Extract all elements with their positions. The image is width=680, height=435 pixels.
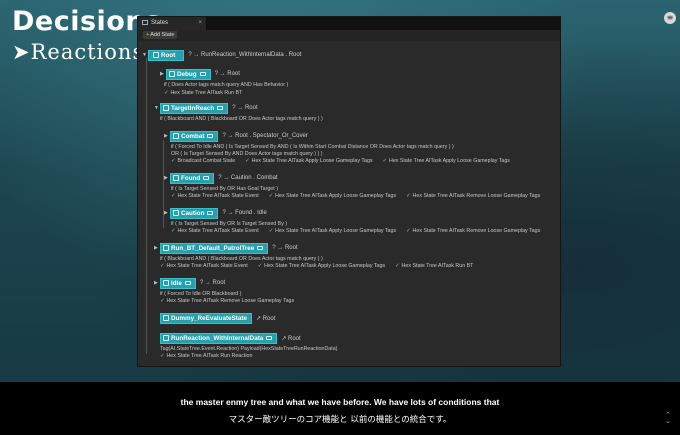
- state-row-root[interactable]: ▼ Root ? → RunReaction_WithInternalData …: [142, 49, 301, 61]
- task-line: ✓ Hex State Tree AITask Run Reaction: [160, 353, 253, 359]
- checkmark-icon: ✓: [160, 298, 165, 304]
- condition-line: if ( Does Actor tags match query AND Has…: [164, 82, 289, 88]
- checkmark-icon: ✓: [171, 158, 176, 164]
- transition-label: ? → Root: [199, 280, 226, 286]
- state-row-target-in-reach[interactable]: ▼ TargetInReach ? → Root: [154, 102, 258, 114]
- task-line: ✓ Hex State Tree AITask Remove Loose Game…: [160, 298, 295, 304]
- transition-label: ? → Root: [272, 245, 298, 251]
- state-tree-editor: States × +Add State ▼ Root ? → RunReacti…: [137, 16, 561, 367]
- checkmark-icon: ✓: [406, 193, 411, 199]
- transition-label: ↗ Root: [281, 335, 301, 342]
- state-node-dummy[interactable]: Dummy_ReEvaluateState: [160, 312, 252, 324]
- transition-label: ? → Found . Idle: [222, 210, 267, 216]
- state-row-idle[interactable]: ▶ Idle ? → Root: [154, 277, 225, 289]
- checkmark-icon: ✓: [160, 263, 165, 269]
- state-row-combat[interactable]: ▶ Combat ? → Root . Spectator_Or_Cover: [164, 130, 308, 142]
- task-line: ✓ Broadcast Combat State ✓ Hex State Tree A…: [171, 158, 510, 164]
- state-row-caution[interactable]: ▶ Caution ? → Found . Idle: [164, 207, 267, 219]
- editor-toolbar: +Add State: [138, 30, 560, 41]
- checkmark-icon: ✓: [268, 228, 274, 234]
- task-line: ✓ Hex State Tree AITask State Event ✓ Hex S…: [171, 193, 541, 199]
- tree-guide-line: [146, 58, 147, 354]
- state-node-icon: [163, 245, 169, 251]
- checkmark-icon: ✓: [268, 193, 274, 199]
- states-tab-icon: [142, 20, 148, 25]
- state-node-caution[interactable]: Caution: [170, 207, 219, 219]
- menu-icon[interactable]: ≡: [664, 12, 676, 24]
- transition-label: ? → Root: [214, 71, 240, 77]
- state-node-icon: [153, 52, 159, 58]
- slide-subtitle: ➤Reactions: [12, 40, 145, 64]
- checkmark-icon: ✓: [160, 353, 165, 359]
- comment-bubble-icon: [203, 176, 210, 180]
- caption-scroll-icon[interactable]: ⌃ ⌄: [665, 412, 671, 425]
- state-node-debug[interactable]: Debug: [166, 68, 211, 80]
- tab-label: States: [151, 20, 169, 26]
- checkmark-icon: ✓: [171, 228, 176, 234]
- checkmark-icon: ✓: [382, 158, 387, 164]
- state-node-run-bt[interactable]: Run_BT_Default_PatrolTree: [160, 242, 269, 254]
- comment-bubble-icon: [199, 72, 206, 76]
- comment-bubble-icon: [207, 134, 214, 138]
- state-row-found[interactable]: ▶ Found ? → Caution . Combat: [164, 172, 278, 184]
- state-row-run-bt[interactable]: ▶ Run_BT_Default_PatrolTree ? → Root: [154, 242, 298, 254]
- task-line: ✓ Hex State Tree AITask State Event ✓ Hex S…: [160, 263, 474, 269]
- state-node-target-in-reach[interactable]: TargetInReach: [160, 102, 229, 114]
- comment-bubble-icon: [184, 281, 191, 285]
- checkmark-icon: ✓: [395, 263, 400, 269]
- state-row-run-reaction[interactable]: RunReaction_WithInternalData ↗ Root: [160, 332, 301, 344]
- comment-bubble-icon: [266, 336, 273, 340]
- checkmark-icon: ✓: [164, 90, 169, 96]
- transition-label: ? → RunReaction_WithInternalData . Root: [188, 52, 302, 58]
- comment-bubble-icon: [257, 246, 264, 250]
- state-node-icon: [169, 71, 175, 77]
- close-icon[interactable]: ×: [198, 17, 202, 30]
- task-line: ✓ Hex State Tree AITask State Event ✓ Hex S…: [171, 228, 541, 234]
- state-node-root[interactable]: Root: [148, 49, 185, 61]
- caption-english: the master enmy tree and what we have be…: [180, 397, 500, 407]
- state-node-icon: [173, 210, 179, 216]
- add-state-button[interactable]: +Add State: [143, 31, 178, 39]
- state-node-icon: [173, 133, 179, 139]
- state-node-icon: [163, 280, 169, 286]
- condition-line: if ( Blackboard AND ( Blackboard OR Does…: [160, 116, 323, 122]
- state-node-icon: [163, 315, 169, 321]
- task-line: ✓ Hex State Tree AITask Run BT: [164, 90, 243, 96]
- caption-bar: the master enmy tree and what we have be…: [0, 382, 680, 435]
- state-node-icon: [163, 335, 169, 341]
- state-node-found[interactable]: Found: [170, 172, 215, 184]
- checkmark-icon: ✓: [406, 228, 411, 234]
- state-node-idle[interactable]: Idle: [160, 277, 196, 289]
- state-row-dummy[interactable]: Dummy_ReEvaluateState ↗ Root: [160, 312, 275, 324]
- comment-bubble-icon: [217, 106, 224, 110]
- transition-label: ? → Root . Spectator_Or_Cover: [222, 133, 308, 139]
- checkmark-icon: ✓: [257, 263, 263, 269]
- plus-icon: +: [146, 32, 150, 38]
- state-node-icon: [163, 105, 169, 111]
- state-row-debug[interactable]: ▶ Debug ? → Root: [160, 68, 240, 80]
- tab-states[interactable]: States ×: [138, 17, 206, 30]
- transition-label: ↗ Root: [255, 315, 276, 322]
- caption-japanese: マスター敵ツリーのコア機能と 以前の機能との統合です。: [228, 415, 452, 425]
- state-node-combat[interactable]: Combat: [170, 130, 219, 142]
- editor-tab-bar: States ×: [138, 17, 560, 30]
- checkmark-icon: ✓: [245, 158, 250, 164]
- state-node-run-reaction[interactable]: RunReaction_WithInternalData: [160, 332, 278, 344]
- transition-label: ? → Caution . Combat: [218, 175, 278, 181]
- checkmark-icon: ✓: [171, 193, 176, 199]
- transition-label: ? → Root: [232, 105, 258, 111]
- state-tree: ▼ Root ? → RunReaction_WithInternalData …: [138, 44, 560, 366]
- state-node-icon: [173, 175, 179, 181]
- comment-bubble-icon: [207, 211, 214, 215]
